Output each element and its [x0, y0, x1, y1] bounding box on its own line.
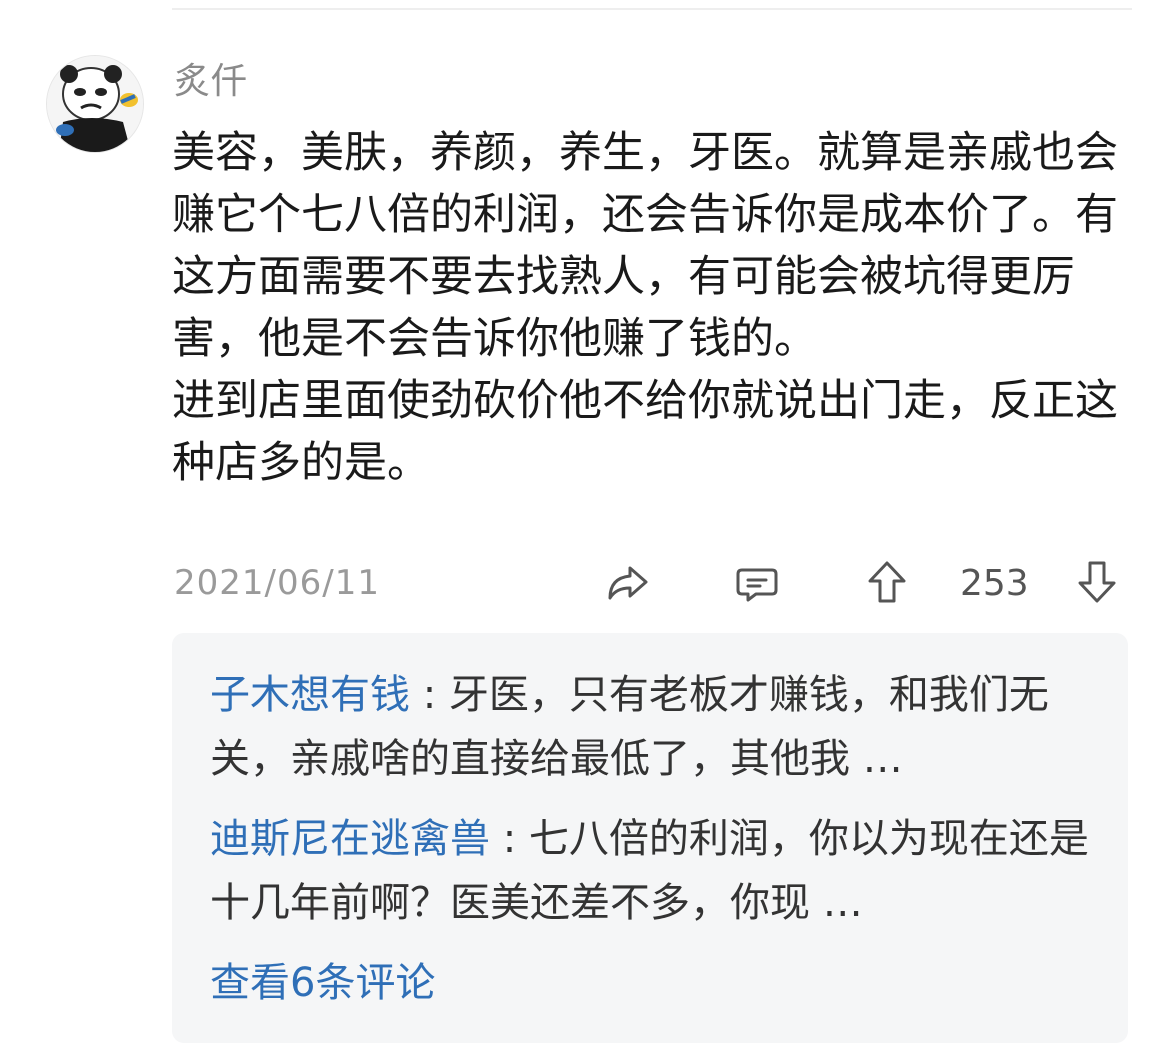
action-bar: 2021/06/11 253 [172, 555, 1132, 615]
downvote-icon[interactable] [1072, 557, 1122, 607]
top-divider [172, 8, 1132, 10]
avatar[interactable] [46, 55, 144, 153]
comment-date: 2021/06/11 [174, 563, 380, 603]
share-icon[interactable] [602, 558, 652, 608]
replies-panel: 子木想有钱 : 牙医，只有老板才赚钱，和我们无关，亲戚啥的直接给最低了，其他我 … [172, 633, 1128, 1043]
reply-icon[interactable] [732, 558, 782, 608]
reply-separator: : [410, 672, 449, 718]
view-more-replies-link[interactable]: 查看6条评论 [210, 951, 435, 1015]
reply-item[interactable]: 子木想有钱 : 牙医，只有老板才赚钱，和我们无关，亲戚啥的直接给最低了，其他我 … [210, 663, 1110, 791]
avatar-image [47, 56, 143, 152]
username[interactable]: 炙仟 [174, 52, 248, 104]
comment-paragraph: 进到店里面使劲砍价他不给你就说出门走，反正这种店多的是。 [172, 376, 1118, 488]
comment-paragraph: 美容，美肤，养颜，养生，牙医。就算是亲戚也会赚它个七八倍的利润，还会告诉你是成本… [172, 128, 1118, 364]
vote-count: 253 [960, 563, 1029, 604]
comment-body: 美容，美肤，养颜，养生，牙医。就算是亲戚也会赚它个七八倍的利润，还会告诉你是成本… [172, 122, 1132, 494]
reply-item[interactable]: 迪斯尼在逃禽兽 : 七八倍的利润，你以为现在还是十几年前啊？医美还差不多，你现 … [210, 807, 1110, 935]
reply-author[interactable]: 子木想有钱 [210, 672, 410, 718]
reply-author[interactable]: 迪斯尼在逃禽兽 [210, 816, 490, 862]
upvote-icon[interactable] [862, 557, 912, 607]
reply-separator: : [490, 816, 529, 862]
